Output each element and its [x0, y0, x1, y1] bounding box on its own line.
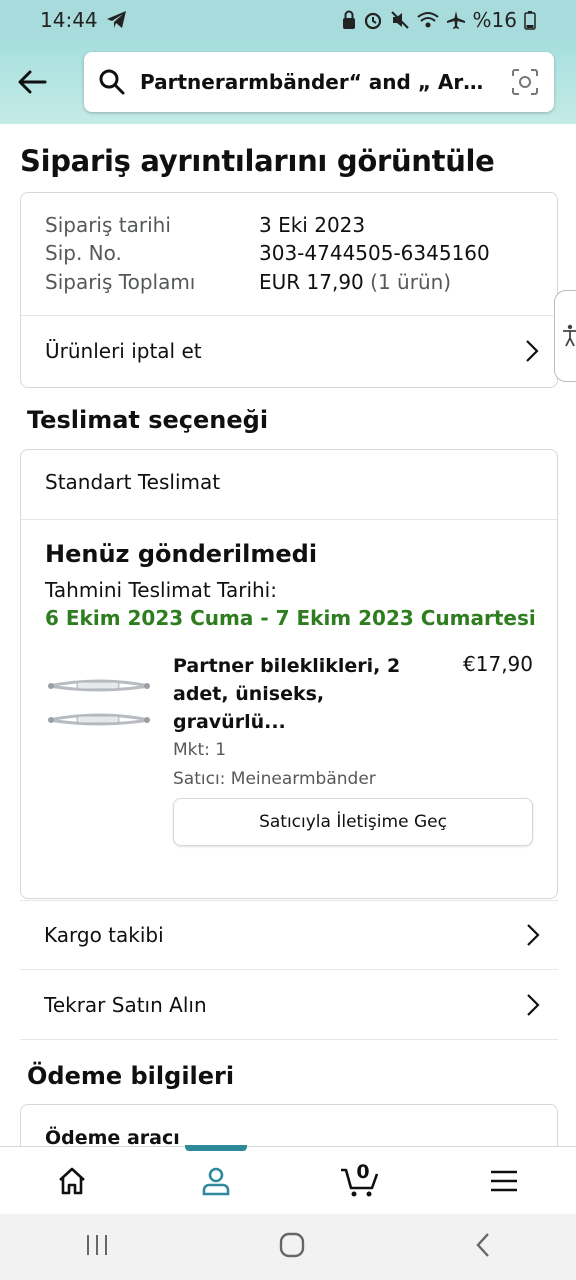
- system-nav-bar: [0, 1214, 576, 1280]
- alarm-icon: [364, 12, 381, 30]
- airplane-icon: [446, 11, 465, 29]
- order-number-label: Sip. No.: [45, 241, 122, 265]
- delivery-section-title: Teslimat seçeneği: [27, 406, 269, 434]
- battery-percent: %16: [472, 8, 517, 32]
- contact-seller-button[interactable]: Satıcıyla İletişime Geç: [173, 798, 533, 846]
- home-system-button[interactable]: [279, 1232, 305, 1262]
- search-icon: [99, 69, 125, 95]
- payment-method-label: Ödeme aracı: [45, 1127, 180, 1146]
- bottom-nav: 0: [0, 1144, 576, 1215]
- accessibility-icon: [562, 324, 576, 347]
- product-quantity: Mkt: 1: [173, 740, 227, 760]
- order-item-count: (1 ürün): [370, 270, 452, 294]
- eta-date: 6 Ekim 2023 Cuma - 7 Ekim 2023 Cumartesi: [45, 606, 536, 630]
- cancel-items-label: Ürünleri iptal et: [45, 339, 202, 363]
- nav-account[interactable]: [181, 1144, 251, 1215]
- back-arrow-icon: [18, 70, 47, 94]
- user-icon: [202, 1167, 230, 1195]
- cancel-items-link[interactable]: Ürünleri iptal et: [21, 315, 557, 387]
- order-total-value: EUR 17,90 (1 ürün): [259, 270, 451, 294]
- product-seller: Satıcı: Meinearmbänder: [173, 769, 376, 789]
- mute-icon: [390, 11, 409, 29]
- product-image[interactable]: [43, 670, 155, 742]
- chevron-right-icon: [527, 924, 540, 946]
- status-time: 14:44: [40, 8, 98, 32]
- page-title: Sipariş ayrıntılarını görüntüle: [20, 144, 495, 178]
- home-icon: [59, 1167, 85, 1194]
- camera-search-icon[interactable]: [510, 67, 540, 97]
- back-system-button[interactable]: [475, 1232, 491, 1262]
- divider: [21, 519, 557, 520]
- back-chevron-icon: [476, 1233, 489, 1257]
- order-total-amount: EUR 17,90: [259, 270, 364, 294]
- order-date-label: Sipariş tarihi: [45, 213, 171, 237]
- search-bar[interactable]: Partnerarmbänder“ and „ Armba...: [84, 52, 554, 112]
- wifi-icon: [416, 12, 439, 28]
- order-total-label: Sipariş Toplamı: [45, 270, 196, 294]
- nav-cart[interactable]: 0: [325, 1147, 395, 1215]
- hamburger-menu-icon: [491, 1170, 517, 1191]
- payment-card: Ödeme aracı: [20, 1104, 558, 1146]
- header: Partnerarmbänder“ and „ Armba...: [0, 40, 576, 124]
- order-number-value: 303-4744505-6345160: [259, 241, 490, 265]
- cart-count: 0: [356, 1160, 370, 1183]
- delivery-card: Standart Teslimat Henüz gönderilmedi Tah…: [20, 449, 558, 899]
- product-title-link[interactable]: Partner bileklikleri, 2 adet, üniseks, g…: [173, 652, 413, 736]
- status-bar: 14:44 %16: [0, 0, 576, 40]
- nav-menu[interactable]: [469, 1147, 539, 1215]
- delivery-option: Standart Teslimat: [45, 470, 221, 494]
- back-button[interactable]: [14, 64, 50, 100]
- chevron-right-icon: [527, 993, 540, 1016]
- buy-again-row[interactable]: Tekrar Satın Alın: [20, 970, 558, 1040]
- active-tab-indicator: [185, 1144, 247, 1151]
- telegram-icon: [106, 11, 126, 28]
- track-package-row[interactable]: Kargo takibi: [20, 900, 558, 970]
- buy-again-label: Tekrar Satın Alın: [44, 992, 207, 1017]
- accessibility-button[interactable]: [554, 290, 576, 382]
- home-circle-icon: [279, 1232, 305, 1258]
- payment-section-title: Ödeme bilgileri: [27, 1062, 235, 1090]
- lock-icon: [342, 10, 355, 29]
- battery-icon: [524, 11, 536, 30]
- eta-label: Tahmini Teslimat Tarihi:: [45, 578, 277, 602]
- order-date-value: 3 Eki 2023: [259, 213, 366, 237]
- track-package-label: Kargo takibi: [44, 923, 164, 947]
- order-details-content[interactable]: Sipariş ayrıntılarını görüntüle Sipariş …: [0, 124, 576, 1146]
- recent-apps-icon: [87, 1235, 107, 1255]
- order-summary-card: Sipariş tarihi 3 Eki 2023 Sip. No. 303-4…: [20, 192, 558, 388]
- recent-apps-button[interactable]: [85, 1234, 109, 1260]
- chevron-right-icon: [526, 340, 539, 362]
- product-price: €17,90: [463, 652, 533, 676]
- shipment-status: Henüz gönderilmedi: [45, 540, 318, 568]
- nav-home[interactable]: [37, 1147, 107, 1215]
- search-input[interactable]: Partnerarmbänder“ and „ Armba...: [140, 70, 500, 94]
